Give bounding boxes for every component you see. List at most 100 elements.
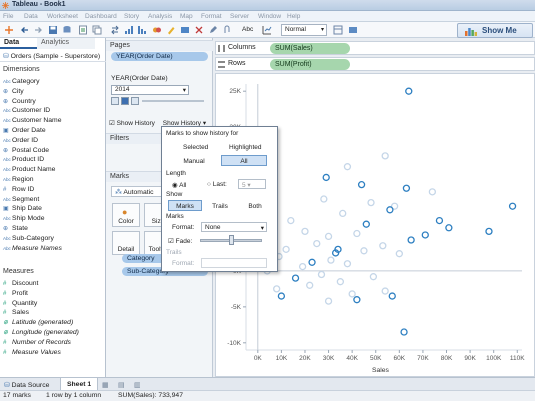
history-mark bbox=[367, 198, 375, 207]
measure-field[interactable]: # Measure Values bbox=[3, 348, 61, 359]
clear-icon[interactable] bbox=[194, 25, 204, 35]
color-button[interactable]: ● Color bbox=[112, 203, 140, 227]
new-sheet-icon[interactable] bbox=[78, 25, 88, 35]
present-icon[interactable] bbox=[180, 25, 190, 35]
dimension-field[interactable]: AbcCustomer Name bbox=[3, 116, 61, 126]
length-last-field[interactable]: 5 ▾ bbox=[238, 179, 266, 189]
fix-axes-icon[interactable] bbox=[262, 25, 272, 35]
dimension-field[interactable]: AbcProduct ID bbox=[3, 155, 44, 165]
show-marks-option[interactable]: Marks bbox=[168, 200, 202, 211]
duplicate-sheet-icon[interactable] bbox=[92, 25, 102, 35]
pages-pill[interactable]: YEAR(Order Date) bbox=[111, 52, 208, 61]
history-mark bbox=[324, 297, 333, 305]
forward-arrow-icon[interactable] bbox=[33, 25, 43, 35]
field-label: Product ID bbox=[12, 156, 45, 164]
menu-server[interactable]: Server bbox=[230, 13, 249, 20]
show-me-label: Show Me bbox=[482, 26, 517, 35]
datasource-item[interactable]: ⛁ Orders (Sample - Superstore) bbox=[0, 50, 106, 62]
menu-analysis[interactable]: Analysis bbox=[148, 13, 172, 20]
data-point bbox=[357, 180, 366, 189]
field-label: Ship Date bbox=[12, 205, 42, 213]
dimension-field[interactable]: AbcCustomer ID bbox=[3, 106, 50, 116]
format-dropdown[interactable]: None ▾ bbox=[201, 222, 267, 232]
menu-story[interactable]: Story bbox=[124, 13, 139, 20]
length-last-radio[interactable]: ○ Last: bbox=[207, 181, 227, 188]
menu-dashboard[interactable]: Dashboard bbox=[85, 13, 117, 20]
back-arrow-icon[interactable] bbox=[20, 25, 30, 35]
history-manual-option[interactable]: Manual bbox=[168, 155, 220, 166]
fade-checkbox[interactable]: ☑ Fade: bbox=[168, 237, 192, 245]
rows-pill[interactable]: SUM(Profit) bbox=[270, 59, 350, 70]
history-mark bbox=[381, 287, 389, 295]
history-mark bbox=[273, 285, 281, 293]
show-history-checkbox-label: Show History bbox=[116, 120, 155, 127]
tab-analytics[interactable]: Analytics bbox=[37, 38, 95, 49]
tableau-icon[interactable] bbox=[4, 25, 14, 35]
format-label: Format: bbox=[172, 224, 195, 231]
history-mark bbox=[313, 239, 321, 248]
menu-format[interactable]: Format bbox=[201, 13, 222, 20]
history-mark bbox=[282, 245, 290, 254]
show-trails-option[interactable]: Trails bbox=[203, 200, 237, 211]
history-highlighted-option[interactable]: Highlighted bbox=[229, 144, 262, 151]
new-dashboard-icon[interactable]: ▤ bbox=[118, 381, 125, 389]
field-label: Discount bbox=[12, 280, 39, 287]
speed-slider[interactable] bbox=[142, 100, 204, 102]
dimension-field[interactable]: AbcRegion bbox=[3, 175, 34, 185]
history-selected-option[interactable]: Selected bbox=[183, 144, 208, 151]
page-selector[interactable]: 2014 ▾ bbox=[111, 85, 189, 95]
show-history-checkbox[interactable]: ☑ bbox=[109, 120, 117, 127]
swap-icon[interactable] bbox=[110, 25, 120, 35]
pencil-icon[interactable] bbox=[208, 25, 218, 35]
show-me-button[interactable]: Show Me bbox=[457, 23, 533, 38]
stop-icon[interactable] bbox=[121, 97, 129, 105]
dimension-field[interactable]: AbcSub-Category bbox=[3, 234, 54, 244]
menu-worksheet[interactable]: Worksheet bbox=[47, 13, 78, 20]
menu-map[interactable]: Map bbox=[180, 13, 193, 20]
history-all-option[interactable]: All bbox=[221, 155, 267, 166]
sort-desc-icon[interactable] bbox=[137, 25, 147, 35]
dimension-field[interactable]: AbcProduct Name bbox=[3, 165, 55, 175]
sort-asc-icon[interactable] bbox=[124, 25, 134, 35]
prev-page-icon[interactable] bbox=[111, 97, 119, 105]
chevron-down-icon: ▾ bbox=[182, 87, 186, 94]
data-point bbox=[362, 220, 370, 228]
detail-button[interactable]: Detail bbox=[112, 231, 140, 255]
show-cards-icon[interactable] bbox=[333, 25, 343, 35]
columns-shelf[interactable]: Columns SUM(Sales) bbox=[215, 41, 535, 55]
length-all-radio[interactable]: ◉ All bbox=[172, 181, 186, 189]
rows-shelf[interactable]: Rows SUM(Profit) bbox=[215, 57, 535, 71]
tab-data-source[interactable]: ⛁ Data Source bbox=[4, 381, 49, 389]
data-point bbox=[291, 274, 300, 282]
show-both-option[interactable]: Both bbox=[238, 200, 272, 211]
next-page-icon[interactable] bbox=[131, 97, 139, 105]
paperclip-icon[interactable] bbox=[222, 25, 232, 35]
new-story-icon[interactable]: ▥ bbox=[134, 381, 141, 389]
new-worksheet-icon[interactable]: ▦ bbox=[102, 381, 109, 389]
add-datasource-icon[interactable] bbox=[62, 25, 72, 35]
menu-data[interactable]: Data bbox=[24, 13, 38, 20]
columns-pill[interactable]: SUM(Sales) bbox=[270, 43, 350, 54]
dimension-field[interactable]: AbcOrder ID bbox=[3, 136, 38, 146]
menu-file[interactable]: File bbox=[3, 13, 13, 20]
text-labels-button[interactable]: Abc bbox=[242, 26, 253, 33]
highlight-icon[interactable] bbox=[166, 25, 176, 35]
fade-slider-thumb[interactable] bbox=[229, 235, 234, 245]
share-icon[interactable] bbox=[348, 25, 358, 35]
field-label: Row ID bbox=[12, 185, 35, 193]
field-label: City bbox=[12, 87, 24, 95]
group-icon[interactable] bbox=[152, 25, 162, 35]
fit-dropdown[interactable]: Normal ▾ bbox=[281, 24, 327, 36]
dimension-field[interactable]: AbcMeasure Names bbox=[3, 244, 62, 254]
field-label: Order ID bbox=[12, 136, 39, 144]
x-tick-label: 0K bbox=[254, 355, 263, 362]
dimension-field[interactable]: AbcShip Mode bbox=[3, 214, 45, 224]
tab-data[interactable]: Data bbox=[0, 38, 37, 49]
dimension-field[interactable]: AbcCategory bbox=[3, 77, 40, 87]
save-icon[interactable] bbox=[48, 25, 58, 35]
history-mark bbox=[428, 188, 437, 196]
menu-help[interactable]: Help bbox=[287, 13, 300, 20]
dimension-field[interactable]: AbcSegment bbox=[3, 195, 39, 205]
y-tick-label: -5K bbox=[231, 304, 242, 311]
menu-window[interactable]: Window bbox=[258, 13, 281, 20]
